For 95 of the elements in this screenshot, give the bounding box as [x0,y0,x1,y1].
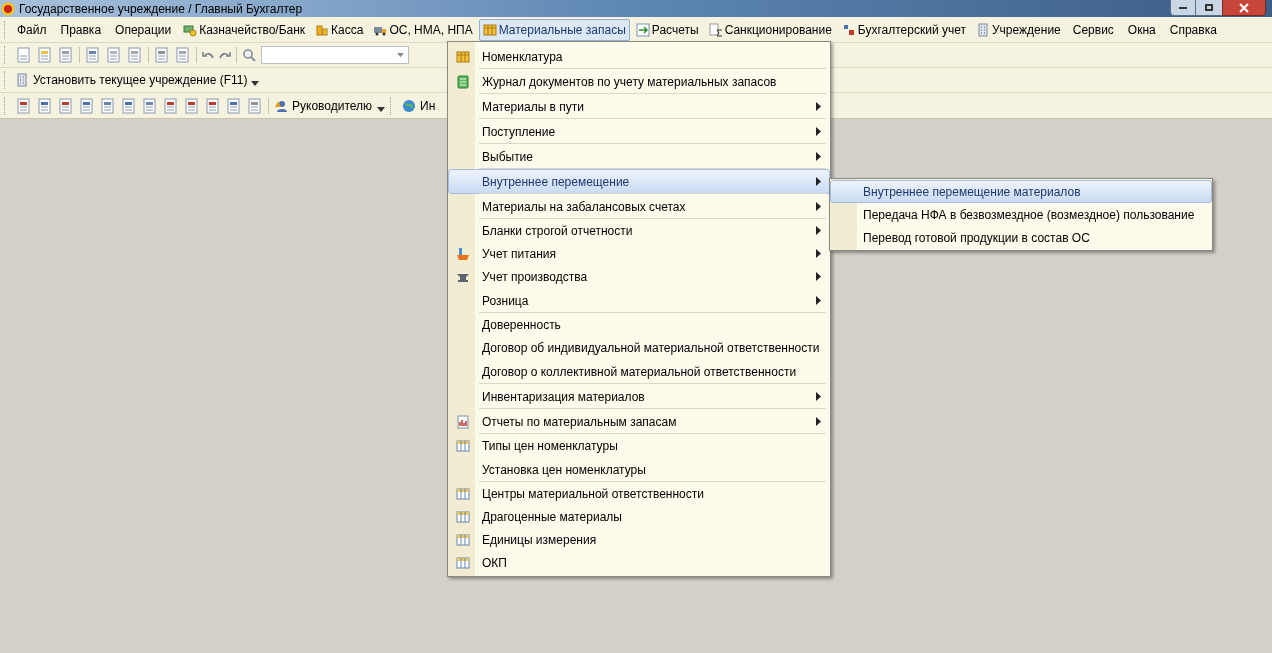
building-icon [975,22,990,37]
menu-item[interactable]: Внутреннее перемещение материалов [830,180,1212,203]
menu-item[interactable]: Доверенность [448,313,830,336]
menu-item[interactable]: Инвентаризация материалов [448,384,830,409]
report-icon[interactable] [247,97,263,114]
menu-bar-item[interactable]: Материальные запасы [478,18,630,41]
cup-icon [455,246,470,261]
journal-icon [455,74,470,89]
globe-icon [402,98,417,113]
menu-bar-item[interactable]: Файл [11,18,53,41]
submenu-arrow-icon [816,272,821,281]
menu-bar-item[interactable]: Расчеты [631,18,703,41]
menu-bar-item[interactable]: Учреждение [971,18,1065,41]
grid-icon [455,486,470,501]
report-icon[interactable] [37,97,53,114]
menu-bar-item[interactable]: Санкционирование [704,18,836,41]
submenu-arrow-icon [816,226,821,235]
minimize-button[interactable] [1170,0,1196,16]
menu-item[interactable]: Договор об индивидуальной материальной ответственности [448,336,830,359]
debit-credit-icon [841,22,856,37]
dropdown-caret-icon[interactable] [377,106,386,113]
close-button[interactable] [1222,0,1266,16]
person-icon [274,98,288,113]
submenu-arrow-icon [816,417,821,426]
report-icon[interactable] [142,97,158,114]
info-button[interactable]: Ин [402,95,436,116]
menu-bar-item[interactable]: Справка [1163,18,1223,41]
menu-bar-item[interactable]: Казначейство/Банк [179,18,310,41]
grid-icon [455,555,470,570]
menu-bar-item[interactable]: Бухгалтерский учет [837,18,970,41]
search-field[interactable] [261,46,409,64]
grid-icon [455,438,470,453]
close-icon [1239,2,1249,13]
dropdown-caret-icon[interactable] [251,81,260,87]
table-icon [455,49,470,64]
grid-icon [455,509,470,524]
set-institution-button[interactable]: Установить текущее учреждение (F11) [11,70,252,90]
menu-item[interactable]: Учет производства [448,265,830,288]
undo-icon[interactable] [202,49,214,61]
menu-item[interactable]: Типы цен номенклатуры [448,434,830,457]
coins-card-icon [183,22,198,37]
sum-icon [708,22,723,37]
submenu-arrow-icon [816,249,821,258]
search-icon[interactable] [242,48,256,62]
report-icon[interactable] [79,97,95,114]
menu-item[interactable]: Журнал документов по учету материальных запасов [448,69,830,94]
menu-bar-item[interactable]: Касса [311,18,368,41]
menu-bar-item[interactable]: Операции [109,18,178,41]
report-icon[interactable] [163,97,179,114]
report-icon[interactable] [205,97,221,114]
submenu-arrow-icon [816,392,821,401]
submenu-arrow-icon [816,177,821,186]
menu-item[interactable]: Материалы на забалансовых счетах [448,194,830,219]
app-logo-icon [1,1,15,16]
report-icon[interactable] [226,97,242,114]
table-icon [482,22,497,37]
menu-item[interactable]: Розница [448,288,830,313]
report-icon [455,414,470,429]
menu-item[interactable]: Центры материальной ответственности [448,482,830,505]
manager-button[interactable]: Руководителю [274,95,373,116]
submenu-arrow-icon [816,127,821,136]
submenu-arrow-icon [816,296,821,305]
menu-item[interactable]: Установка цен номенклатуры [448,457,830,482]
report-icon[interactable] [16,97,32,114]
window-title: Государственное учреждение / Главный Бухгалтер [19,0,303,18]
maximize-button[interactable] [1196,0,1222,16]
coins-icon [315,22,330,37]
menu-item[interactable]: Материалы в пути [448,94,830,119]
menu-bar-item[interactable]: Правка [54,18,108,41]
report-icon[interactable] [100,97,116,114]
menu-bar-item[interactable]: Окна [1121,18,1162,41]
menu-bar-item[interactable]: ОС, НМА, НПА [369,18,477,41]
grid-icon [455,532,470,547]
submenu-arrow-icon [816,202,821,211]
menu-item[interactable]: Драгоценные материалы [448,505,830,528]
report-icon[interactable] [58,97,74,114]
menu-item[interactable]: Единицы измерения [448,528,830,551]
menu-item[interactable]: Отчеты по материальным запасам [448,409,830,434]
redo-icon[interactable] [219,49,231,61]
menu-item[interactable]: Передача НФА в безвозмездное (возмездное) пользование [830,203,1212,226]
menu-item[interactable]: Договор о коллективной материальной ответственности [448,359,830,384]
report-icon[interactable] [121,97,137,114]
menu-item[interactable]: Поступление [448,119,830,144]
report-icon[interactable] [184,97,200,114]
submenu-arrow-icon [816,152,821,161]
building-icon [15,73,29,87]
submenu-arrow-icon [816,102,821,111]
menu-item[interactable]: Бланки строгой отчетности [448,219,830,242]
menu-item[interactable]: Выбытие [448,144,830,169]
menu-item[interactable]: Учет питания [448,242,830,265]
menu-bar-item[interactable]: Сервис [1066,18,1120,41]
menu-item[interactable]: Внутреннее перемещение [448,169,830,194]
menu-item[interactable]: ОКП [448,551,830,574]
menu-item[interactable]: Перевод готовой продукции в состав ОС [830,226,1212,249]
arrow-icon [635,22,650,37]
